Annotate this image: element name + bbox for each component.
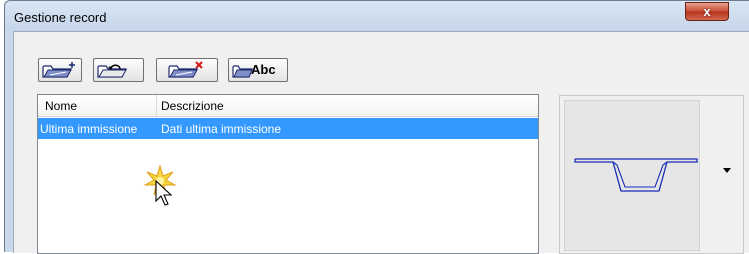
folder-rename-icon (232, 65, 253, 78)
window-title: Gestione record (14, 10, 107, 25)
column-header-descrizione[interactable]: Descrizione (161, 99, 224, 113)
mouse-cursor (142, 164, 190, 222)
cell-nome: Ultima immissione (40, 122, 138, 136)
dialog-window: Gestione record x Abc Nome Descrizione U… (4, 0, 749, 254)
list-header: Nome Descrizione (38, 95, 538, 117)
title-bar[interactable]: Gestione record x (5, 1, 749, 31)
rename-label: Abc (251, 62, 276, 77)
delete-record-button[interactable] (156, 58, 218, 82)
cross-section-icon (574, 158, 698, 192)
folder-undo-icon (97, 64, 127, 78)
close-icon: x (703, 4, 711, 19)
folder-plus-icon (42, 62, 75, 78)
column-divider[interactable] (156, 95, 157, 116)
record-list[interactable]: Nome Descrizione Ultima immissione Dati … (37, 94, 539, 254)
dropdown-arrow-icon[interactable] (723, 168, 731, 173)
dialog-client-area: Abc Nome Descrizione Ultima immissione D… (13, 31, 749, 254)
section-preview (564, 100, 700, 251)
cell-descrizione: Dati ultima immissione (161, 122, 282, 136)
section-preview-dropdown[interactable] (559, 95, 744, 254)
column-header-nome[interactable]: Nome (45, 99, 77, 113)
click-highlight-icon (143, 164, 177, 206)
close-button[interactable]: x (685, 2, 729, 21)
rename-record-button[interactable]: Abc (228, 58, 288, 82)
folder-delete-icon (168, 61, 203, 78)
list-item[interactable]: Ultima immissione Dati ultima immissione (38, 118, 538, 139)
undo-record-button[interactable] (93, 58, 144, 82)
add-record-button[interactable] (38, 58, 82, 82)
